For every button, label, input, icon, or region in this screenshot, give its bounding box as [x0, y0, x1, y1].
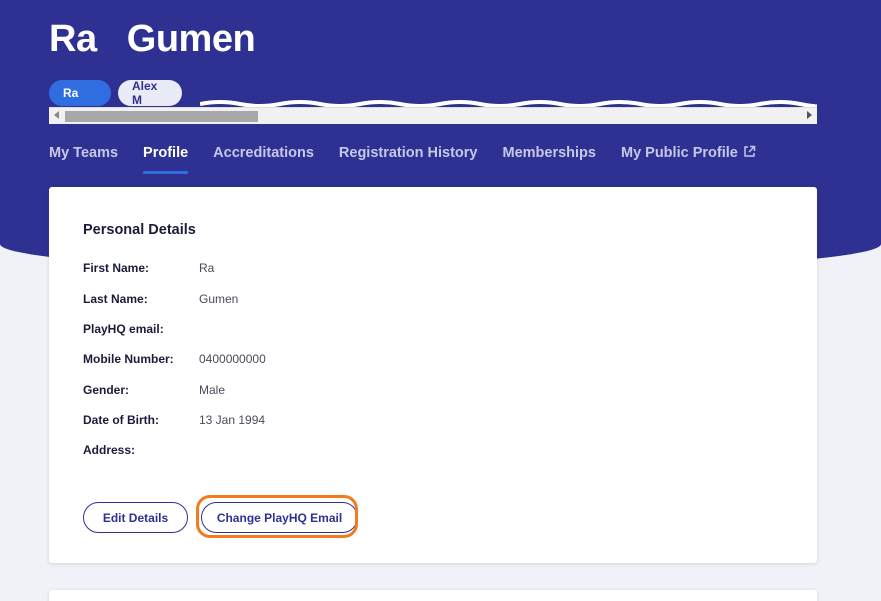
tab-accreditations[interactable]: Accreditations: [213, 145, 314, 174]
detail-label: Address:: [83, 443, 136, 457]
detail-label: PlayHQ email:: [83, 322, 164, 336]
scroll-left-arrow-icon[interactable]: [54, 111, 59, 119]
scrollbar-thumb[interactable]: [65, 111, 258, 122]
change-email-button[interactable]: Change PlayHQ Email: [201, 502, 358, 533]
detail-value: 13 Jan 1994: [199, 413, 266, 427]
detail-value: Male: [199, 383, 226, 397]
personal-details-card: Personal Details First Name: Ra Last Nam…: [49, 187, 817, 563]
tab-my-public-profile[interactable]: My Public Profile: [621, 145, 756, 174]
external-link-icon: [744, 145, 756, 157]
tab-memberships[interactable]: Memberships: [503, 145, 596, 174]
first-name-title: Ra: [49, 18, 97, 60]
tab-profile[interactable]: Profile: [143, 145, 189, 174]
tab-my-teams[interactable]: My Teams: [49, 145, 118, 174]
page-title: Ra Gumen: [49, 18, 256, 61]
detail-label: Gender:: [83, 383, 130, 397]
profile-chip-alex[interactable]: Alex M: [118, 79, 182, 107]
profile-nav: My Teams Profile Accreditations Registra…: [49, 145, 781, 174]
last-name-title: Gumen: [126, 18, 256, 60]
scroll-right-arrow-icon[interactable]: [807, 111, 812, 119]
personal-details-title: Personal Details: [83, 222, 196, 238]
detail-label: Mobile Number:: [83, 352, 174, 366]
detail-label: Date of Birth:: [83, 413, 159, 427]
secondary-card: [49, 590, 817, 601]
detail-value: Gumen: [199, 292, 239, 306]
detail-label: First Name:: [83, 261, 150, 275]
edit-details-button[interactable]: Edit Details: [83, 502, 188, 533]
detail-value: Ra: [199, 261, 215, 275]
tab-my-public-profile-label: My Public Profile: [620, 145, 738, 161]
profile-switcher: Ra Alex M: [49, 79, 182, 107]
detail-value: 0400000000: [199, 352, 266, 366]
profile-chip-ra[interactable]: Ra: [49, 80, 111, 106]
tab-registration-history[interactable]: Registration History: [339, 145, 478, 174]
chip-row-scrollbar[interactable]: [49, 107, 817, 124]
detail-label: Last Name:: [83, 292, 148, 306]
